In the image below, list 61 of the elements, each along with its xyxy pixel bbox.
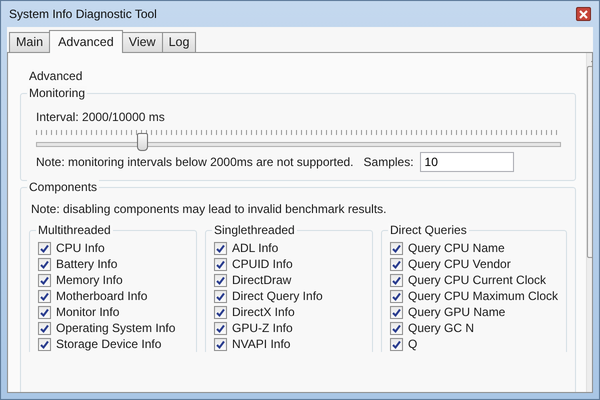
checkbox[interactable] xyxy=(38,242,51,254)
checkbox-label: Storage Device Info xyxy=(56,337,162,351)
checkbox[interactable] xyxy=(390,322,403,334)
checkbox-label: Query GC N xyxy=(408,321,474,335)
checkbox-label: Memory Info xyxy=(56,273,123,287)
checkbox[interactable] xyxy=(390,274,403,286)
checkbox-label: Direct Query Info xyxy=(232,289,323,303)
note-text: Note: monitoring intervals below 2000ms are not supported. xyxy=(36,155,354,169)
checkbox-label: Operating System Info xyxy=(56,321,176,335)
checkbox[interactable] xyxy=(214,306,227,318)
close-icon[interactable] xyxy=(576,7,591,21)
checkbox[interactable] xyxy=(38,338,51,350)
checkbox-label: Query CPU Current Clock xyxy=(408,273,546,287)
group-title: Multithreaded xyxy=(36,223,113,237)
checkbox-label: Q xyxy=(408,337,418,351)
checkbox-label: Query CPU Vendor xyxy=(408,257,511,271)
checkbox[interactable] xyxy=(214,242,227,254)
checkbox-label: NVAPI Info xyxy=(232,337,290,351)
checkbox[interactable] xyxy=(214,322,227,334)
checkbox-label: DirectDraw xyxy=(232,273,292,287)
group-title: Monitoring xyxy=(27,86,88,100)
interval-label: Interval: 2000/10000 ms xyxy=(36,110,166,124)
slider-thumb[interactable] xyxy=(136,133,148,151)
checkbox[interactable] xyxy=(38,306,51,318)
checkbox[interactable] xyxy=(214,274,227,286)
checkbox-label: Query GPU Name xyxy=(408,305,506,319)
checkbox[interactable] xyxy=(38,274,51,286)
tab[interactable]: View xyxy=(122,32,163,52)
checkbox-label: Query CPU Name xyxy=(408,241,505,255)
checkbox[interactable] xyxy=(390,338,403,350)
note-text: Note: disabling components may lead to invalid benchmark results. xyxy=(30,202,388,216)
checkbox-label: CPU Info xyxy=(56,241,105,255)
checkbox[interactable] xyxy=(214,258,227,270)
group-title: Components xyxy=(27,180,100,194)
tab[interactable]: Log xyxy=(162,32,196,52)
samples-label: Samples: xyxy=(364,155,414,169)
group-title: Singlethreaded xyxy=(212,223,297,237)
checkbox-label: Battery Info xyxy=(56,257,118,271)
checkbox[interactable] xyxy=(38,290,51,302)
section-heading: Advanced xyxy=(28,68,84,85)
window-title: System Info Diagnostic Tool xyxy=(8,7,157,21)
checkbox[interactable] xyxy=(38,258,51,270)
checkbox[interactable] xyxy=(390,242,403,254)
checkbox-label: Motherboard Info xyxy=(56,289,148,303)
checkbox[interactable] xyxy=(38,322,51,334)
checkbox[interactable] xyxy=(390,290,403,302)
interval-slider[interactable] xyxy=(36,130,561,148)
checkbox-label: DirectX Info xyxy=(232,305,295,319)
checkbox[interactable] xyxy=(214,290,227,302)
checkbox-label: GPU-Z Info xyxy=(232,321,293,335)
tab[interactable]: Advanced xyxy=(49,30,123,53)
samples-field[interactable]: 10 xyxy=(420,152,514,172)
tab[interactable]: Main xyxy=(9,32,50,52)
checkbox[interactable] xyxy=(390,306,403,318)
checkbox-label: Query CPU Maximum Clock xyxy=(408,289,558,303)
checkbox[interactable] xyxy=(390,258,403,270)
checkbox-label: ADL Info xyxy=(232,241,278,255)
checkbox-label: CPUID Info xyxy=(232,257,293,271)
checkbox[interactable] xyxy=(214,338,227,350)
group-title: Direct Queries xyxy=(388,223,469,237)
checkbox-label: Monitor Info xyxy=(56,305,120,319)
